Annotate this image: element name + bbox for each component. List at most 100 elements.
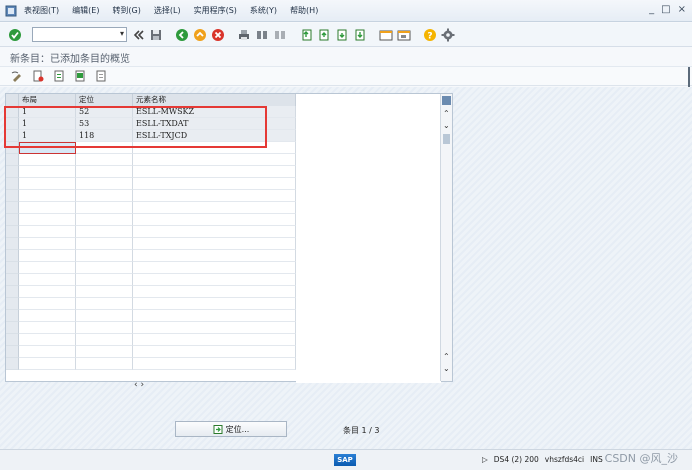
deselect-icon[interactable]: [94, 69, 108, 83]
table-row-empty[interactable]: [6, 166, 296, 178]
position-button[interactable]: 定位...: [175, 421, 287, 437]
empty-cell[interactable]: [76, 346, 133, 358]
new-session-icon[interactable]: [379, 28, 393, 42]
table-row-empty[interactable]: [6, 214, 296, 226]
empty-cell[interactable]: [76, 238, 133, 250]
empty-cell[interactable]: [76, 250, 133, 262]
empty-cell[interactable]: [19, 262, 76, 274]
table-row-empty[interactable]: [6, 310, 296, 322]
menu-edit[interactable]: 编辑(E): [72, 5, 99, 16]
system-id[interactable]: DS4 (2) 200: [494, 455, 539, 464]
row-selector[interactable]: [6, 214, 19, 226]
empty-cell[interactable]: [76, 226, 133, 238]
empty-cell[interactable]: [133, 154, 296, 166]
empty-cell[interactable]: [133, 322, 296, 334]
menu-utilities[interactable]: 实用程序(S): [194, 5, 237, 16]
table-row-empty[interactable]: [6, 346, 296, 358]
empty-cell[interactable]: [19, 274, 76, 286]
empty-cell[interactable]: [19, 334, 76, 346]
menu-select[interactable]: 选择(L): [154, 5, 181, 16]
select-block-icon[interactable]: [73, 69, 87, 83]
empty-cell[interactable]: [19, 178, 76, 190]
empty-cell[interactable]: [133, 190, 296, 202]
check-icon[interactable]: [8, 28, 22, 42]
change-icon[interactable]: [10, 69, 24, 83]
menu-help[interactable]: 帮助(H): [290, 5, 318, 16]
empty-cell[interactable]: [19, 214, 76, 226]
last-page-icon[interactable]: [353, 28, 367, 42]
table-settings-icon[interactable]: [442, 96, 451, 105]
empty-cell[interactable]: [19, 358, 76, 370]
empty-cell[interactable]: [76, 334, 133, 346]
row-selector[interactable]: [6, 358, 19, 370]
empty-cell[interactable]: [76, 214, 133, 226]
table-row-empty[interactable]: [6, 250, 296, 262]
row-selector[interactable]: [6, 346, 19, 358]
table-row-empty[interactable]: [6, 262, 296, 274]
empty-cell[interactable]: [19, 190, 76, 202]
empty-cell[interactable]: [133, 346, 296, 358]
shortcut-icon[interactable]: [397, 28, 411, 42]
empty-cell[interactable]: [133, 310, 296, 322]
menu-table-view[interactable]: 表视图(T): [24, 5, 59, 16]
empty-cell[interactable]: [76, 262, 133, 274]
scroll-up-icon[interactable]: ⌃: [443, 109, 450, 118]
row-selector[interactable]: [6, 262, 19, 274]
empty-cell[interactable]: [19, 238, 76, 250]
help-icon[interactable]: ?: [423, 28, 437, 42]
empty-cell[interactable]: [133, 262, 296, 274]
row-selector[interactable]: [6, 334, 19, 346]
back-icon[interactable]: [175, 28, 189, 42]
empty-cell[interactable]: [19, 346, 76, 358]
row-selector[interactable]: [6, 310, 19, 322]
save-icon[interactable]: [149, 28, 163, 42]
table-row-empty[interactable]: [6, 322, 296, 334]
empty-cell[interactable]: [133, 238, 296, 250]
command-field[interactable]: ▾: [32, 27, 127, 42]
table-row-empty[interactable]: [6, 190, 296, 202]
empty-cell[interactable]: [76, 166, 133, 178]
row-selector[interactable]: [6, 322, 19, 334]
empty-cell[interactable]: [19, 226, 76, 238]
empty-cell[interactable]: [133, 214, 296, 226]
next-page-icon[interactable]: [335, 28, 349, 42]
close-button[interactable]: ×: [678, 4, 686, 15]
row-selector[interactable]: [6, 190, 19, 202]
table-row-empty[interactable]: [6, 226, 296, 238]
column-header-position[interactable]: 定位: [76, 94, 133, 106]
select-all-rows-button[interactable]: [6, 94, 19, 106]
empty-cell[interactable]: [76, 154, 133, 166]
delete-icon[interactable]: [31, 69, 45, 83]
empty-cell[interactable]: [19, 286, 76, 298]
empty-cell[interactable]: [133, 226, 296, 238]
empty-cell[interactable]: [76, 190, 133, 202]
cancel-icon[interactable]: [211, 28, 225, 42]
column-header-layout[interactable]: 布局: [19, 94, 76, 106]
exit-icon[interactable]: [193, 28, 207, 42]
empty-cell[interactable]: [19, 310, 76, 322]
status-toggle-icon[interactable]: ▷: [482, 455, 488, 464]
empty-cell[interactable]: [19, 202, 76, 214]
maximize-button[interactable]: □: [661, 4, 670, 15]
row-selector[interactable]: [6, 238, 19, 250]
empty-cell[interactable]: [76, 358, 133, 370]
find-icon[interactable]: [255, 28, 269, 42]
table-row-empty[interactable]: [6, 238, 296, 250]
empty-cell[interactable]: [76, 178, 133, 190]
empty-cell[interactable]: [76, 274, 133, 286]
empty-cell[interactable]: [76, 286, 133, 298]
table-row-empty[interactable]: [6, 202, 296, 214]
horizontal-scroll-arrows[interactable]: ‹ ›: [134, 380, 144, 390]
find-next-icon[interactable]: [273, 28, 287, 42]
empty-cell[interactable]: [133, 178, 296, 190]
scroll-down-bottom-icon[interactable]: ⌄: [443, 364, 450, 373]
empty-cell[interactable]: [76, 310, 133, 322]
back-double-icon[interactable]: [131, 28, 145, 42]
table-row-empty[interactable]: [6, 154, 296, 166]
empty-cell[interactable]: [76, 322, 133, 334]
empty-cell[interactable]: [133, 202, 296, 214]
empty-cell[interactable]: [19, 322, 76, 334]
row-selector[interactable]: [6, 226, 19, 238]
print-icon[interactable]: [237, 28, 251, 42]
row-selector[interactable]: [6, 202, 19, 214]
